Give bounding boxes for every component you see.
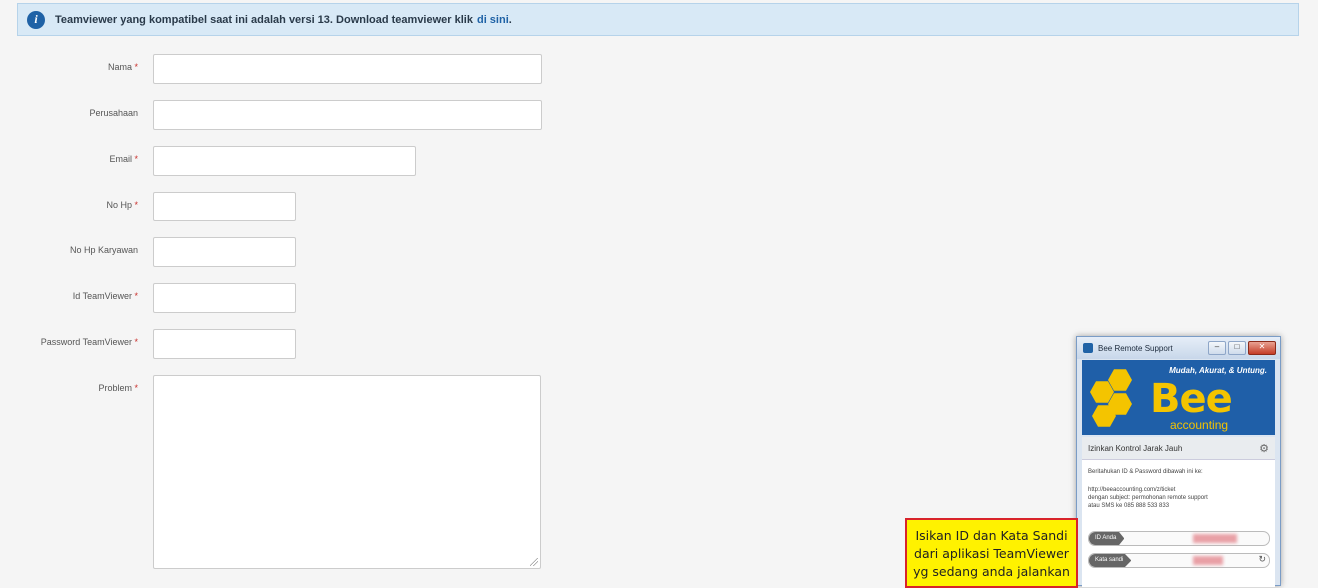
tv-id-row: ID Anda	[1088, 531, 1270, 546]
bee-tagline: Mudah, Akurat, & Untung.	[1169, 366, 1267, 375]
tv-contact-2: dengan subject: permohonan remote suppor…	[1088, 495, 1208, 501]
info-message: Teamviewer yang kompatibel saat ini adal…	[55, 13, 473, 26]
no-hp-karyawan-input[interactable]	[153, 237, 296, 267]
callout-line-1: Isikan ID dan Kata Sandi	[915, 528, 1068, 543]
teamviewer-app-icon	[1083, 343, 1093, 353]
nama-input[interactable]	[153, 54, 542, 84]
label-problem: Problem *	[98, 383, 138, 393]
no-hp-input[interactable]	[153, 192, 296, 221]
info-icon: i	[27, 10, 45, 29]
tv-instruction: Beritahukan ID & Password dibawah ini ke…	[1088, 469, 1203, 475]
password-teamviewer-input[interactable]	[153, 329, 296, 359]
info-alert: i Teamviewer yang kompatibel saat ini ad…	[17, 3, 1299, 36]
minimize-icon: –	[1208, 341, 1226, 355]
bee-banner: Mudah, Akurat, & Untung. Bee accounting	[1082, 360, 1275, 435]
label-id-teamviewer: Id TeamViewer *	[72, 291, 138, 301]
tv-window-title: Bee Remote Support	[1098, 343, 1173, 353]
info-suffix: .	[508, 13, 512, 26]
teamviewer-window: Bee Remote Support – □ ✕ Mudah, Akurat, …	[1076, 336, 1281, 587]
redacted-password	[1193, 556, 1223, 565]
tv-contact-3: atau SMS ke 085 888 533 833	[1088, 503, 1170, 509]
download-link[interactable]: di sini	[477, 14, 509, 26]
tv-password-label: Kata sandi	[1089, 554, 1132, 567]
tv-password-row: Kata sandi ↻	[1088, 553, 1270, 568]
tv-titlebar: Bee Remote Support – □ ✕	[1077, 337, 1280, 359]
problem-textarea[interactable]	[153, 375, 541, 569]
label-no-hp: No Hp *	[106, 200, 138, 210]
tv-section-title: Izinkan Kontrol Jarak Jauh	[1088, 443, 1183, 453]
label-email: Email *	[109, 154, 138, 164]
close-icon: ✕	[1248, 341, 1276, 355]
label-password-teamviewer: Password TeamViewer *	[40, 337, 138, 347]
email-input[interactable]	[153, 146, 416, 176]
label-nama: Nama *	[107, 62, 138, 72]
callout-line-2: dari aplikasi TeamViewer	[914, 546, 1069, 561]
id-teamviewer-input[interactable]	[153, 283, 296, 313]
bee-logo-subtext: accounting	[1170, 418, 1229, 432]
bee-logo-text: Bee	[1150, 376, 1233, 422]
tv-section-header: Izinkan Kontrol Jarak Jauh ⚙	[1082, 437, 1275, 460]
callout-line-3: yg sedang anda jalankan	[913, 564, 1070, 579]
perusahaan-input[interactable]	[153, 100, 542, 130]
tv-contact-1: http://beeaccounting.com/z/ticket	[1088, 487, 1176, 493]
tv-id-label: ID Anda	[1089, 532, 1125, 545]
tv-panel: Izinkan Kontrol Jarak Jauh ⚙ Beritahukan…	[1082, 437, 1275, 587]
label-no-hp-karyawan: No Hp Karyawan	[69, 245, 138, 255]
redacted-id	[1193, 534, 1237, 543]
resize-grip-icon[interactable]	[530, 558, 538, 566]
label-perusahaan: Perusahaan	[89, 108, 138, 118]
gear-icon: ⚙	[1259, 442, 1269, 455]
refresh-icon: ↻	[1258, 554, 1266, 564]
instruction-callout: Isikan ID dan Kata Sandi dari aplikasi T…	[905, 518, 1078, 588]
maximize-icon: □	[1228, 341, 1246, 355]
